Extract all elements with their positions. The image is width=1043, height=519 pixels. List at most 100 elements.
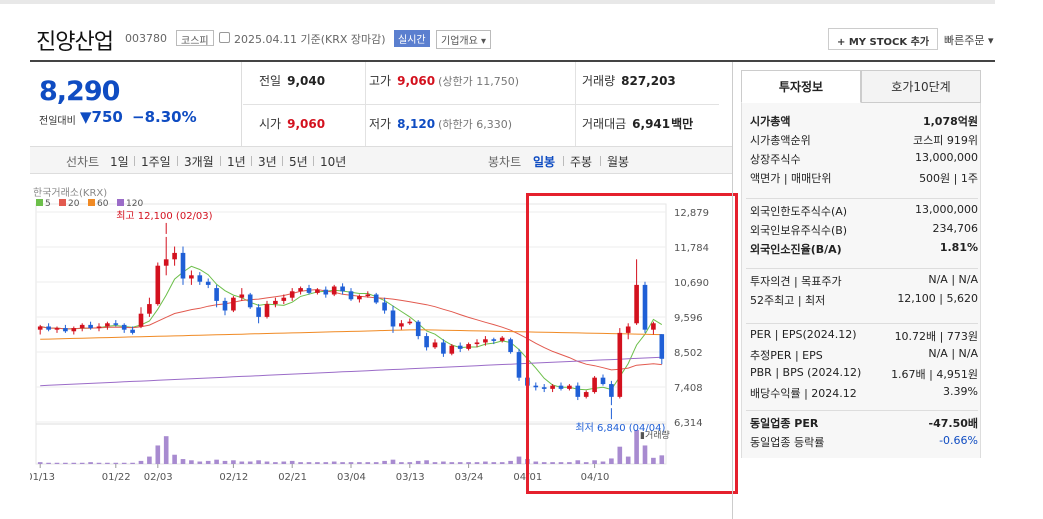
volume-bar xyxy=(105,462,110,464)
candle-body xyxy=(390,310,396,327)
info-label[interactable]: PBR | BPS (2024.12) xyxy=(750,366,861,379)
volume-bar xyxy=(373,462,379,464)
candle-body xyxy=(491,339,497,341)
basis-date: 2025.04.11 기준(KRX 장마감) xyxy=(234,33,386,46)
candle-body xyxy=(113,323,119,325)
volume-bar xyxy=(491,462,497,464)
tab-divider xyxy=(313,156,314,166)
volume-bar xyxy=(96,462,102,464)
stock-header: 진양산업 003780 코스피 2025.04.11 기준(KRX 장마감) 실… xyxy=(36,24,996,55)
candle-body xyxy=(407,321,413,324)
volume-bar xyxy=(71,462,77,464)
candle-body xyxy=(71,328,77,332)
volume-bar xyxy=(331,461,337,464)
tab-period-3m[interactable]: 3개월 xyxy=(184,153,214,170)
volume-bar xyxy=(432,462,438,464)
info-label[interactable]: 상장주식수 xyxy=(750,151,801,167)
line-chart-label[interactable]: 선차트 xyxy=(66,153,99,170)
info-label[interactable]: 시가총액 xyxy=(750,113,790,129)
volume-bar xyxy=(315,462,320,464)
candle-body xyxy=(155,265,161,305)
volume-bar xyxy=(357,462,362,464)
candle-body xyxy=(508,339,513,353)
candle-body xyxy=(121,324,127,330)
stat-value: 9,060 xyxy=(397,74,436,88)
info-label[interactable]: 투자의견 | 목표주가 xyxy=(750,273,842,289)
info-label[interactable]: 외국인한도주식수(A) xyxy=(750,203,847,219)
high-annotation: 최고 12,100 (02/03) xyxy=(116,210,212,222)
info-label[interactable]: 52주최고 | 최저 xyxy=(750,292,825,308)
tab-divider xyxy=(220,156,221,166)
stat-value: 827,203 xyxy=(621,74,676,88)
candle-body xyxy=(130,329,135,333)
candle-body xyxy=(96,326,102,329)
legend-label: 60 xyxy=(97,199,109,209)
volume-bar xyxy=(247,461,253,464)
volume-bar xyxy=(121,462,127,464)
info-label[interactable]: 배당수익률 | 2024.12 xyxy=(750,385,857,401)
info-label[interactable]: 시가총액순위 xyxy=(750,132,811,148)
candle-body xyxy=(163,259,169,266)
info-table: 시가총액 1,078억원 시가총액순위 코스피 919위 상장주식수 13,000,000… xyxy=(741,103,981,458)
tab-divider xyxy=(177,156,178,166)
tab-order-book[interactable]: 호가10단계 xyxy=(861,70,981,103)
realtime-button[interactable]: 실시간 xyxy=(394,30,430,47)
quick-order-dropdown[interactable]: 빠른주문 ▾ xyxy=(944,32,994,48)
candle-body xyxy=(424,336,429,348)
x-tick-label: 01/13 xyxy=(30,472,55,483)
candle-body xyxy=(415,321,421,337)
tab-period-1w[interactable]: 1주일 xyxy=(141,153,171,170)
stat-value: 9,040 xyxy=(287,74,326,88)
legend-swatch xyxy=(36,199,43,206)
tab-candle-monthly[interactable]: 월봉 xyxy=(607,153,629,170)
info-value: -0.66% xyxy=(939,434,978,447)
volume-bar xyxy=(172,454,177,464)
info-value: N/A | N/A xyxy=(928,273,978,286)
info-label[interactable]: 동일업종 PER xyxy=(750,415,818,431)
info-label[interactable]: PER | EPS(2024.12) xyxy=(750,328,857,341)
info-label[interactable]: 동일업종 등락률 xyxy=(750,434,824,450)
tab-investment-info[interactable]: 투자정보 xyxy=(741,70,861,103)
candle-chart-label[interactable]: 봉차트 xyxy=(488,153,521,170)
candle-body xyxy=(147,304,152,314)
stat-open: 시가 9,060 xyxy=(259,115,325,132)
tab-candle-weekly[interactable]: 주봉 xyxy=(570,153,592,170)
info-label[interactable]: 추정PER | EPS xyxy=(750,347,823,363)
tab-period-1y[interactable]: 1년 xyxy=(227,153,246,170)
tab-period-5y[interactable]: 5년 xyxy=(289,153,308,170)
stat-label: 거래대금 xyxy=(582,117,627,131)
candle-body xyxy=(340,286,345,292)
candle-body xyxy=(466,344,471,349)
info-value: 500원 | 1주 xyxy=(919,172,978,185)
volume-bar xyxy=(382,460,387,464)
candle-body xyxy=(289,291,295,298)
volume-bar xyxy=(273,462,278,464)
my-stock-add-button[interactable]: + MY STOCK 추가 xyxy=(828,28,939,50)
tab-divider xyxy=(563,156,564,166)
stat-amount: 거래대금 6,941백만 xyxy=(582,115,693,132)
stat-sub: (상한가 11,750) xyxy=(438,75,519,88)
x-tick-label: 03/24 xyxy=(455,472,484,483)
candle-body xyxy=(399,323,404,327)
group-divider xyxy=(746,198,978,199)
group-divider xyxy=(746,323,978,324)
info-label[interactable]: 외국인소진율(B/A) xyxy=(750,241,842,257)
volume-bar xyxy=(466,462,471,464)
candle-body xyxy=(474,342,480,345)
info-label[interactable]: 외국인보유주식수(B) xyxy=(750,222,847,238)
candle-body xyxy=(373,294,379,303)
legend-label: 120 xyxy=(126,199,143,209)
company-overview-dropdown[interactable]: 기업개요 ▾ xyxy=(436,30,491,49)
candle-body xyxy=(365,294,371,297)
legend-label: 5 xyxy=(45,199,51,209)
volume-bar xyxy=(138,460,144,464)
stat-label: 저가 xyxy=(369,117,392,131)
info-label[interactable]: 액면가 | 매매단위 xyxy=(750,170,832,186)
tab-period-1d[interactable]: 1일 xyxy=(110,153,129,170)
candle-body xyxy=(499,337,505,341)
tab-candle-daily[interactable]: 일봉 xyxy=(533,153,555,170)
tab-period-3y[interactable]: 3년 xyxy=(258,153,277,170)
tab-period-10y[interactable]: 10년 xyxy=(320,153,346,170)
candle-body xyxy=(449,345,455,354)
volume-bar xyxy=(415,460,421,464)
